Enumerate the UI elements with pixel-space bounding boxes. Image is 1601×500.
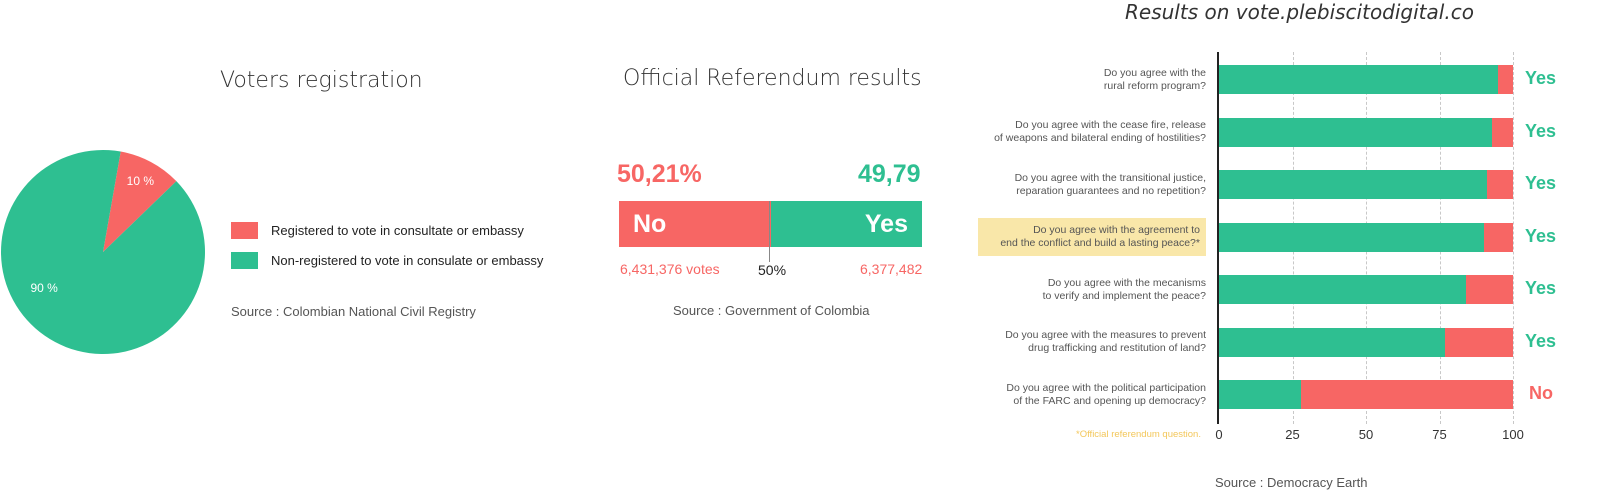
gridline-100 [1513, 52, 1514, 424]
bar-no [1486, 170, 1513, 199]
verdict-label: Yes [1525, 225, 1557, 246]
question-label-line: of weapons and bilateral ending of hosti… [994, 132, 1206, 144]
bar-yes [1219, 65, 1499, 94]
question-label: Do you agree with the mecanisms to verify… [1043, 277, 1206, 303]
question-label-line: of the FARC and opening up democracy? [1013, 394, 1206, 407]
verdict-label: Yes [1525, 173, 1557, 193]
verdict-label: Yes [1525, 120, 1557, 141]
x-tick-label: 100 [1502, 427, 1524, 442]
x-tick-label: 0 [1215, 427, 1223, 442]
bar-yes [1219, 117, 1493, 147]
question-label: Do you agree with the political particip… [1006, 382, 1206, 408]
bar-no [1483, 222, 1513, 252]
bar-yes [1219, 222, 1484, 252]
verdict-label: Yes [1525, 68, 1557, 88]
verdict-label: Yes [1525, 278, 1557, 298]
bar-yes [1219, 380, 1302, 409]
bar-no [1445, 327, 1513, 357]
question-label: Do you agree with the transitional justi… [1015, 172, 1206, 198]
bar-no [1301, 380, 1513, 409]
x-tick-label: 50 [1358, 427, 1374, 442]
verdict-label: No [1529, 383, 1553, 403]
question-label-line: Do you agree with the cease fire, releas… [1015, 119, 1206, 131]
question-label: Do you agree with the cease fire, releas… [994, 119, 1206, 145]
x-tick-label: 25 [1285, 427, 1300, 442]
bar-no [1498, 65, 1513, 94]
question-label-line: Do you agree with the measures to preven… [1005, 329, 1206, 341]
question-label: Do you agree with the rural reform progra… [1104, 67, 1206, 93]
question-label-line: drug trafficking and restitution of land… [1028, 342, 1206, 354]
bar-no [1465, 275, 1513, 304]
bar-yes [1219, 327, 1446, 357]
official-question-footnote: *Official referendum question. [1076, 429, 1201, 440]
verdict-label: Yes [1525, 330, 1557, 351]
question-label: Do you agree with the agreement to end th… [978, 218, 1206, 256]
bar-yes [1219, 170, 1487, 199]
question-label-line: end the conflict and build a lasting pea… [1000, 237, 1200, 249]
question-label-line: Do you agree with the [1103, 66, 1206, 79]
digital-results-chart: Do you agree with the rural reform progra… [0, 0, 1601, 500]
question-label-line: Do you agree with the agreement to [1033, 224, 1200, 236]
question-label-line: Do you agree with the political particip… [1006, 381, 1206, 394]
question-label-line: reparation guarantees and no repetition? [1016, 184, 1206, 197]
question-label-line: Do you agree with the mecanisms [1047, 276, 1206, 289]
question-label-line: rural reform program? [1103, 79, 1206, 92]
digital-source: Source : Democracy Earth [1215, 475, 1368, 490]
x-tick-label: 75 [1432, 427, 1447, 442]
question-label-line: to verify and implement the peace? [1042, 289, 1206, 302]
question-label-line: Do you agree with the transitional justi… [1014, 171, 1206, 184]
bar-yes [1219, 275, 1466, 304]
bar-no [1492, 117, 1513, 147]
question-label: Do you agree with the measures to preven… [1005, 329, 1206, 355]
